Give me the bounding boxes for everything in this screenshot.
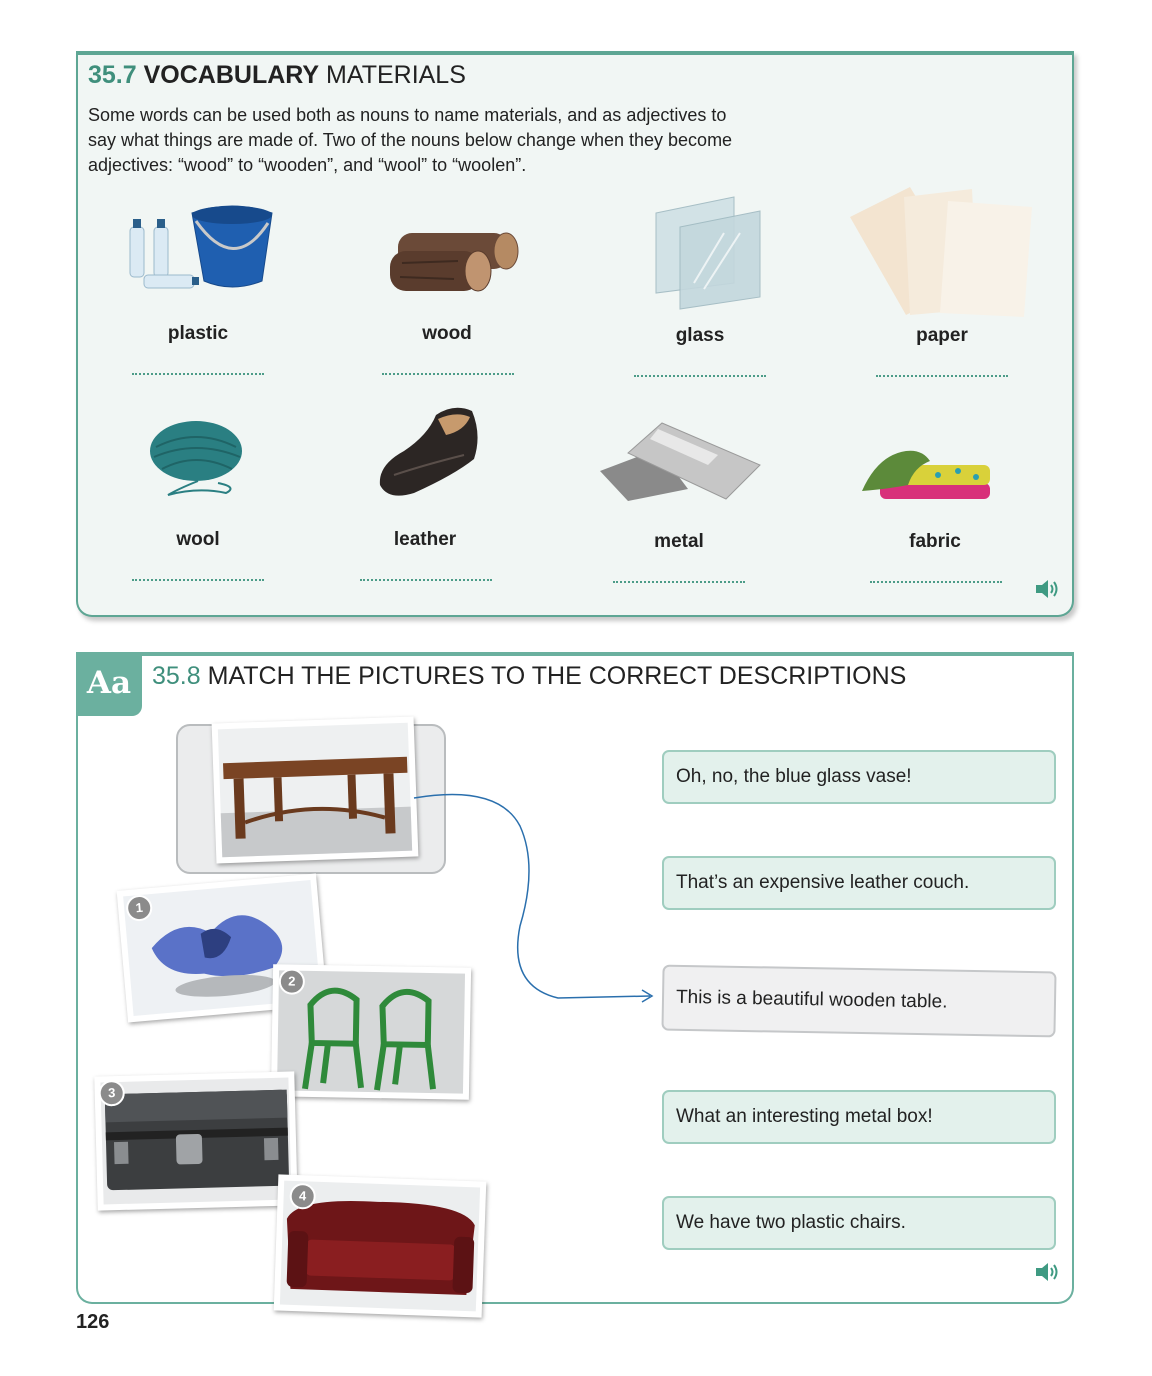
wood-logs-icon bbox=[390, 232, 519, 292]
glass-panes-icon bbox=[655, 196, 761, 310]
picture-wooden-table[interactable] bbox=[211, 716, 419, 864]
description-metal-box[interactable]: What an interesting metal box! bbox=[662, 1090, 1056, 1144]
answer-line-fabric[interactable] bbox=[870, 581, 1002, 583]
speaker-icon[interactable] bbox=[1034, 577, 1062, 601]
wooden-table-icon bbox=[217, 722, 413, 858]
answer-line-wool[interactable] bbox=[132, 579, 264, 581]
vocabulary-badge: Aa bbox=[76, 652, 142, 716]
description-vase[interactable]: Oh, no, the blue glass vase! bbox=[662, 750, 1056, 804]
page-number: 126 bbox=[76, 1311, 110, 1333]
paper-sheets-icon bbox=[850, 187, 1032, 317]
picture-4-leather-couch[interactable]: 4 bbox=[273, 1174, 487, 1318]
answer-line-glass[interactable] bbox=[634, 375, 766, 377]
picture-3-metal-box[interactable]: 3 bbox=[94, 1071, 298, 1211]
vocabulary-materials-section: 35.7 VOCABULARY MATERIALS Some words can… bbox=[76, 51, 1074, 617]
answer-line-paper[interactable] bbox=[876, 375, 1008, 377]
description-chairs[interactable]: We have two plastic chairs. bbox=[662, 1196, 1056, 1250]
leather-shoe-icon bbox=[379, 407, 478, 496]
material-label-paper: paper bbox=[916, 325, 968, 346]
answer-line-wood[interactable] bbox=[382, 373, 514, 375]
section-title: 35.7 VOCABULARY MATERIALS bbox=[88, 61, 466, 89]
metal-sheets-icon bbox=[600, 422, 761, 501]
material-label-plastic: plastic bbox=[167, 323, 229, 344]
plastic-bottles-bucket-icon bbox=[129, 205, 273, 289]
description-couch[interactable]: That’s an expensive leather couch. bbox=[662, 856, 1056, 910]
yarn-ball-icon bbox=[150, 421, 242, 496]
answer-line-plastic[interactable] bbox=[132, 373, 264, 375]
material-label-wool: wool bbox=[176, 529, 220, 550]
match-arrow bbox=[413, 793, 654, 1003]
speaker-icon[interactable] bbox=[1034, 1260, 1062, 1284]
metal-box-icon bbox=[100, 1077, 292, 1205]
material-label-glass: glass bbox=[675, 325, 725, 346]
section-intro: Some words can be used both as nouns to … bbox=[88, 105, 733, 175]
match-pictures-section: Aa 35.8 MATCH THE PICTURES TO THE CORREC… bbox=[76, 652, 1074, 1318]
material-label-fabric: fabric bbox=[909, 531, 961, 552]
description-table[interactable]: This is a beautiful wooden table. bbox=[661, 964, 1057, 1038]
section-title: 35.8 MATCH THE PICTURES TO THE CORRECT D… bbox=[152, 662, 907, 690]
material-label-leather: leather bbox=[393, 529, 457, 550]
answer-line-metal[interactable] bbox=[613, 581, 745, 583]
material-label-wood: wood bbox=[422, 323, 472, 344]
folded-fabric-icon bbox=[862, 450, 990, 499]
answer-line-leather[interactable] bbox=[360, 579, 492, 581]
material-label-metal: metal bbox=[654, 531, 704, 552]
